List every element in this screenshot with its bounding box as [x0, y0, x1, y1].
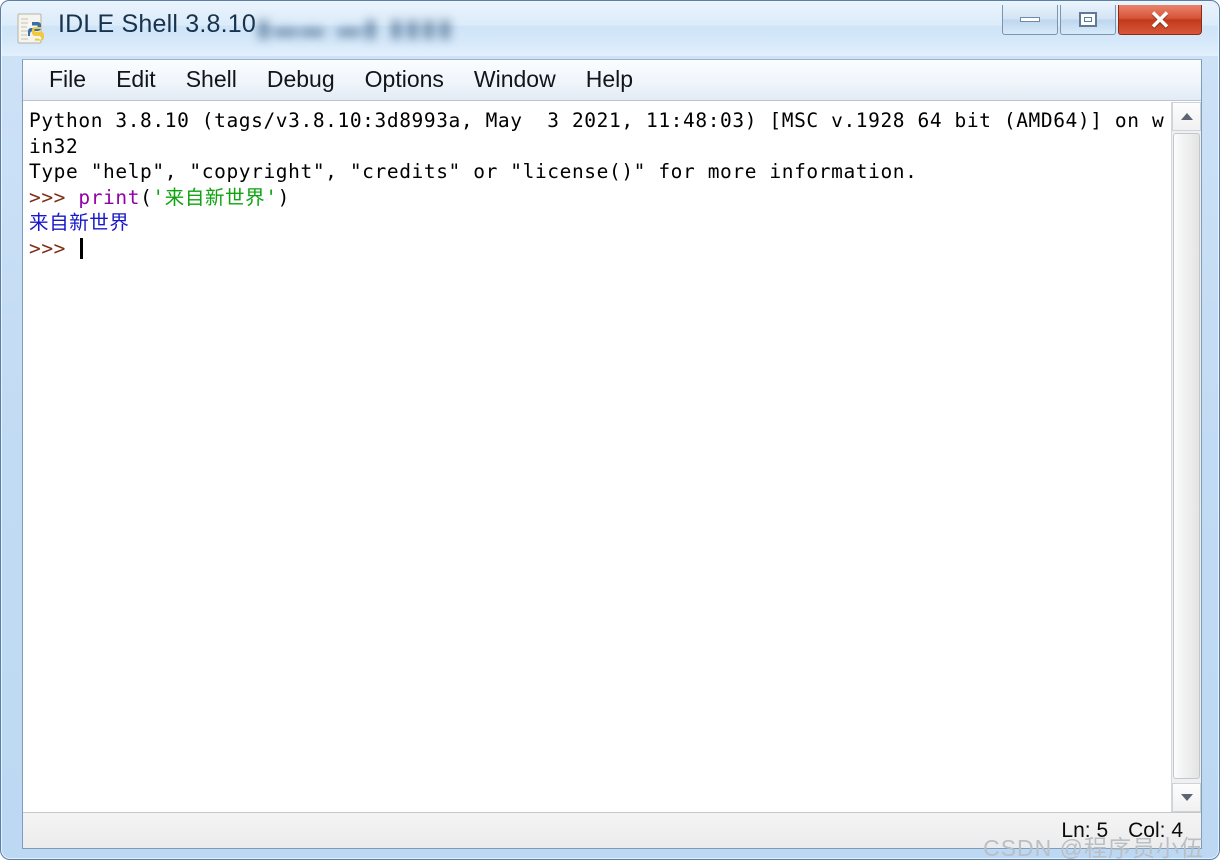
shell-text-area[interactable]: Python 3.8.10 (tags/v3.8.10:3d8993a, May… [23, 102, 1171, 812]
text-cursor [80, 237, 84, 259]
window-title: IDLE Shell 3.8.10 [58, 10, 256, 38]
shell-segment-prompt: >>> [29, 236, 79, 260]
scrollbar-thumb[interactable] [1173, 133, 1200, 779]
shell-segment-plain: Python 3.8.10 (tags/v3.8.10:3d8993a, May… [29, 109, 1165, 158]
vertical-scrollbar[interactable] [1171, 102, 1201, 812]
shell-segment-plain: Type "help", "copyright", "credits" or "… [29, 160, 918, 183]
menu-item-window[interactable]: Window [459, 65, 571, 96]
restore-icon [1079, 12, 1097, 27]
maximize-button[interactable] [1060, 5, 1116, 35]
chevron-up-icon [1180, 113, 1193, 120]
python-idle-icon [17, 13, 44, 44]
close-icon: ✕ [1149, 4, 1171, 35]
shell-segment-string: '来自新世界' [152, 185, 278, 209]
shell-segment-output: 来自新世界 [29, 211, 130, 234]
shell-segment-prompt: >>> [29, 185, 79, 209]
shell-line: 来自新世界 [29, 210, 1171, 236]
close-button[interactable]: ✕ [1118, 5, 1202, 35]
idle-window: IDLE Shell 3.8.10 ▮▬▬ ▬▮ ▮▮▮▮ ✕ File Edi… [0, 0, 1220, 860]
menu-item-help[interactable]: Help [571, 65, 648, 96]
shell-segment-plain: ( [140, 185, 153, 209]
shell-segment-keyword: print [78, 185, 141, 209]
scroll-down-button[interactable] [1172, 783, 1201, 812]
title-blurred-text: ▮▬▬ ▬▮ ▮▮▮▮ [257, 15, 455, 42]
scroll-up-button[interactable] [1172, 102, 1201, 131]
menu-item-options[interactable]: Options [350, 65, 459, 96]
shell-line: Type "help", "copyright", "credits" or "… [29, 159, 1171, 185]
menu-item-file[interactable]: File [34, 65, 101, 96]
menu-item-edit[interactable]: Edit [101, 65, 171, 96]
shell-line: Python 3.8.10 (tags/v3.8.10:3d8993a, May… [29, 108, 1171, 159]
menu-item-shell[interactable]: Shell [171, 65, 252, 96]
chevron-down-icon [1180, 794, 1193, 801]
client-area: File Edit Shell Debug Options Window Hel… [22, 59, 1202, 849]
minimize-button[interactable] [1002, 5, 1058, 35]
shell-text-region: Python 3.8.10 (tags/v3.8.10:3d8993a, May… [23, 102, 1201, 812]
csdn-watermark: CSDN @程序员小伍 [983, 835, 1204, 861]
shell-line: >>> [29, 236, 1171, 262]
menu-item-debug[interactable]: Debug [252, 65, 350, 96]
menu-bar: File Edit Shell Debug Options Window Hel… [23, 60, 1201, 101]
shell-output: Python 3.8.10 (tags/v3.8.10:3d8993a, May… [29, 108, 1171, 261]
shell-line: >>> print('来自新世界') [29, 185, 1171, 211]
shell-segment-plain: ) [277, 185, 290, 209]
title-bar: IDLE Shell 3.8.10 ▮▬▬ ▬▮ ▮▮▮▮ ✕ [2, 2, 1218, 56]
minimize-icon [1020, 17, 1040, 22]
